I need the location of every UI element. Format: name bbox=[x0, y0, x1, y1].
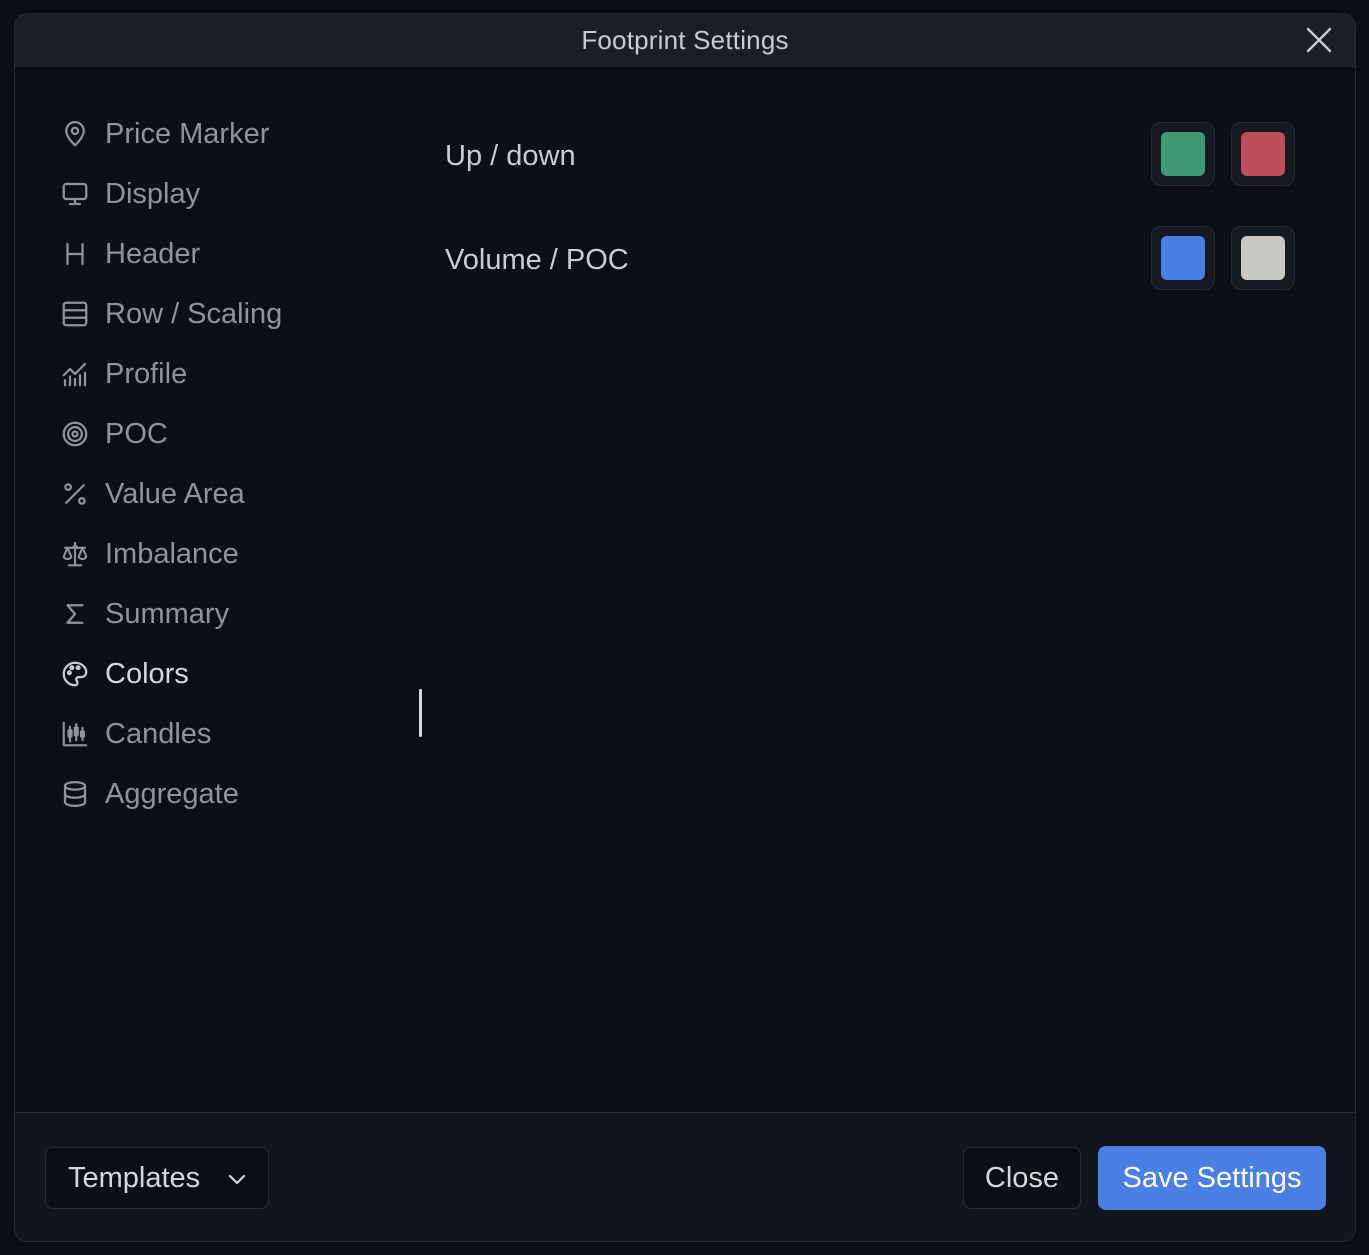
save-settings-button[interactable]: Save Settings bbox=[1098, 1146, 1326, 1210]
map-pin-icon bbox=[59, 118, 91, 150]
up-color-swatch[interactable] bbox=[1151, 122, 1215, 186]
active-indicator bbox=[419, 689, 422, 737]
swatch-group bbox=[1151, 226, 1295, 290]
sidebar-item-label: Colors bbox=[105, 657, 189, 690]
palette-icon bbox=[59, 658, 91, 690]
sidebar-item-aggregate[interactable]: Aggregate bbox=[59, 764, 389, 824]
sidebar-item-imbalance[interactable]: Imbalance bbox=[59, 524, 389, 584]
color-row-volume-poc: Volume / POC bbox=[445, 208, 1295, 312]
sidebar-item-header[interactable]: Header bbox=[59, 224, 389, 284]
rows-icon bbox=[59, 298, 91, 330]
swatch-group bbox=[1151, 122, 1295, 186]
settings-sidebar: Price Marker Display Header Row / Scalin… bbox=[59, 104, 422, 824]
sidebar-item-label: Value Area bbox=[105, 477, 245, 510]
sidebar-item-label: Price Marker bbox=[105, 117, 270, 150]
sidebar-item-label: Profile bbox=[105, 357, 188, 390]
sidebar-item-value-area[interactable]: Value Area bbox=[59, 464, 389, 524]
swatch-fill bbox=[1161, 236, 1205, 280]
sidebar-item-summary[interactable]: Summary bbox=[59, 584, 389, 644]
swatch-fill bbox=[1161, 132, 1205, 176]
poc-color-swatch[interactable] bbox=[1231, 226, 1295, 290]
sidebar-item-label: Row / Scaling bbox=[105, 297, 283, 330]
chevron-down-icon bbox=[228, 1174, 246, 1185]
swatch-fill bbox=[1241, 132, 1285, 176]
sidebar-item-profile[interactable]: Profile bbox=[59, 344, 389, 404]
sidebar-item-label: Candles bbox=[105, 717, 212, 750]
close-button[interactable]: Close bbox=[963, 1147, 1081, 1209]
chart-histogram-icon bbox=[59, 358, 91, 390]
heading-icon bbox=[59, 238, 91, 270]
colors-panel: Up / down Volume / POC bbox=[445, 104, 1295, 312]
sidebar-item-poc[interactable]: POC bbox=[59, 404, 389, 464]
sidebar-item-price-marker[interactable]: Price Marker bbox=[59, 104, 389, 164]
candlestick-icon bbox=[59, 718, 91, 750]
swatch-fill bbox=[1241, 236, 1285, 280]
sidebar-item-row-scaling[interactable]: Row / Scaling bbox=[59, 284, 389, 344]
target-icon bbox=[59, 418, 91, 450]
sidebar-item-label: Summary bbox=[105, 597, 230, 630]
sidebar-item-candles[interactable]: Candles bbox=[59, 704, 389, 764]
color-row-label: Up / down bbox=[445, 139, 576, 172]
sigma-icon bbox=[59, 598, 91, 630]
close-icon[interactable] bbox=[1305, 26, 1333, 54]
color-row-label: Volume / POC bbox=[445, 243, 629, 276]
sidebar-item-label: POC bbox=[105, 417, 168, 450]
sidebar-item-label: Aggregate bbox=[105, 777, 239, 810]
volume-color-swatch[interactable] bbox=[1151, 226, 1215, 290]
dialog-footer: Templates Close Save Settings bbox=[15, 1112, 1355, 1241]
percent-icon bbox=[59, 478, 91, 510]
scale-icon bbox=[59, 538, 91, 570]
templates-dropdown[interactable]: Templates bbox=[45, 1147, 269, 1209]
sidebar-item-display[interactable]: Display bbox=[59, 164, 389, 224]
down-color-swatch[interactable] bbox=[1231, 122, 1295, 186]
templates-label: Templates bbox=[68, 1161, 201, 1194]
footprint-settings-dialog: Footprint Settings Price Marker Display … bbox=[14, 13, 1356, 1242]
title-bar: Footprint Settings bbox=[15, 14, 1355, 67]
sidebar-item-label: Header bbox=[105, 237, 201, 270]
sidebar-item-colors[interactable]: Colors bbox=[59, 644, 389, 704]
sidebar-item-label: Imbalance bbox=[105, 537, 239, 570]
monitor-icon bbox=[59, 178, 91, 210]
database-icon bbox=[59, 778, 91, 810]
color-row-up-down: Up / down bbox=[445, 104, 1295, 208]
dialog-title: Footprint Settings bbox=[581, 25, 789, 55]
sidebar-item-label: Display bbox=[105, 177, 201, 210]
